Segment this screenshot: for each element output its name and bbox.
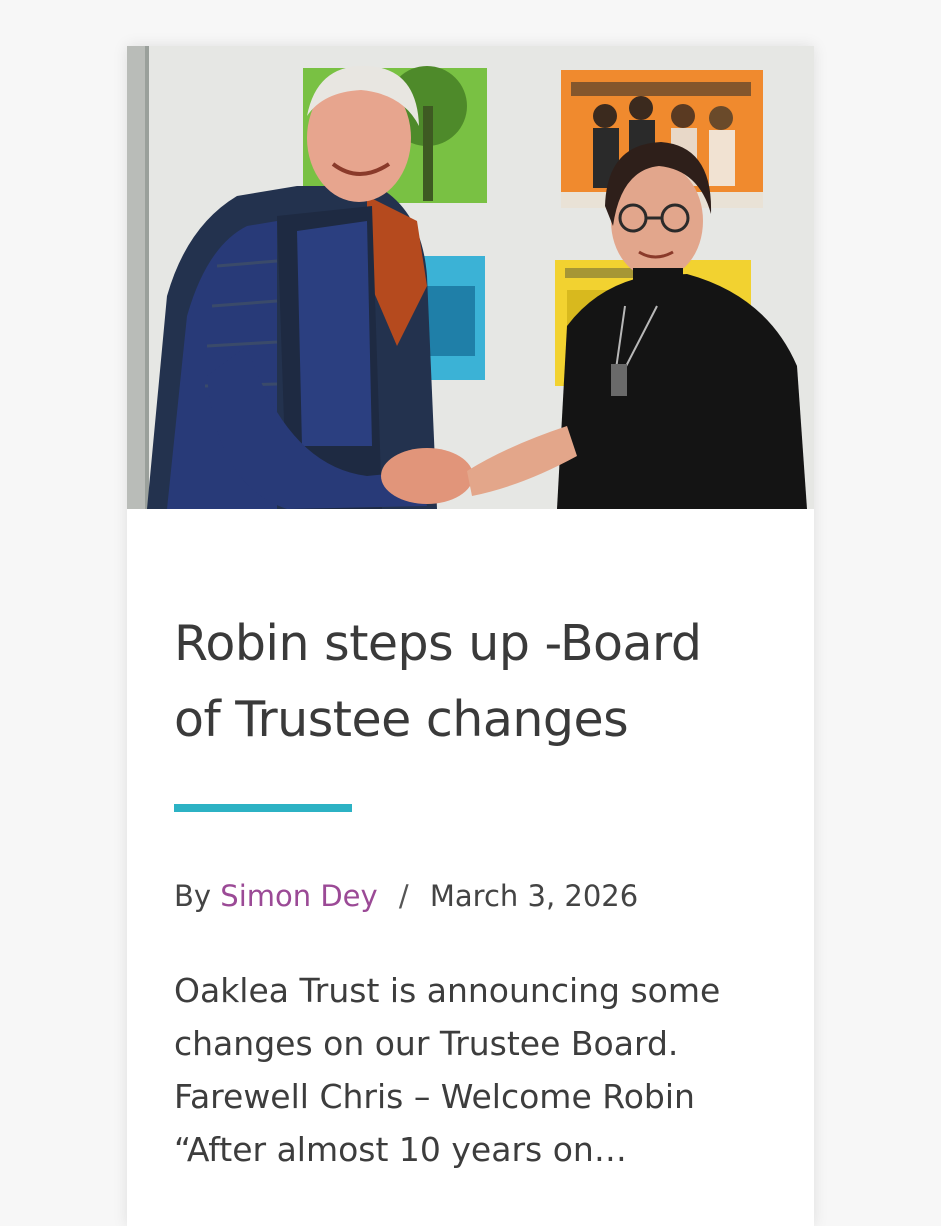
author-link[interactable]: Simon Dey bbox=[220, 879, 377, 913]
post-title-line1: Robin steps up -Board bbox=[174, 615, 702, 672]
excerpt-line: Oaklea Trust is announcing some bbox=[174, 971, 721, 1010]
post-title-line2: of Trustee changes bbox=[174, 691, 629, 748]
post-card: Robin steps up -Board of Trustee changes… bbox=[127, 46, 814, 1226]
excerpt-line: “After almost 10 years on… bbox=[174, 1130, 627, 1169]
excerpt-line: changes on our Trustee Board. bbox=[174, 1024, 679, 1063]
post-excerpt: Oaklea Trust is announcing some changes … bbox=[174, 964, 794, 1176]
title-accent-divider bbox=[174, 804, 352, 812]
by-label: By bbox=[174, 879, 212, 913]
photo-illustration bbox=[127, 46, 814, 509]
post-title[interactable]: Robin steps up -Board of Trustee changes bbox=[174, 606, 774, 758]
post-date: March 3, 2026 bbox=[429, 879, 639, 913]
post-meta: By Simon Dey / March 3, 2026 bbox=[174, 876, 638, 916]
meta-separator: / bbox=[398, 879, 409, 913]
featured-image[interactable] bbox=[127, 46, 814, 509]
excerpt-line: Farewell Chris – Welcome Robin bbox=[174, 1077, 695, 1116]
